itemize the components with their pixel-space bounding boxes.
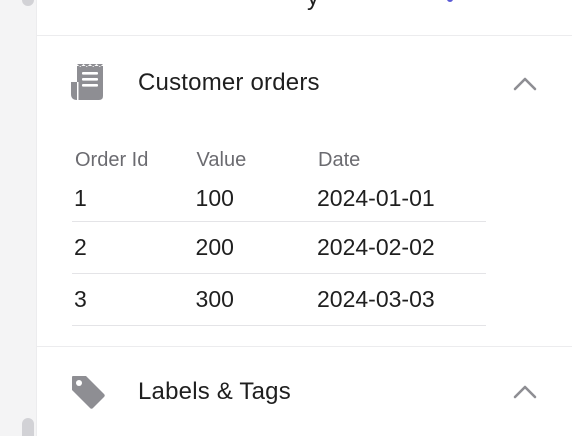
- cell-date: 2024-03-03: [315, 273, 486, 326]
- cell-order-id: 3: [72, 273, 194, 326]
- previous-section-cutoff: y: [37, 0, 572, 35]
- column-header-order-id[interactable]: Order Id: [72, 144, 194, 176]
- cell-date: 2024-02-02: [315, 221, 486, 274]
- chevron-up-icon[interactable]: [511, 382, 539, 402]
- section-title: Labels & Tags: [138, 378, 291, 405]
- table-row[interactable]: 3 300 2024-03-03: [72, 273, 486, 326]
- table-header-row: Order Id Value Date: [72, 144, 486, 176]
- scrollbar-thumb[interactable]: [22, 418, 34, 436]
- section-header-labels-tags[interactable]: Labels & Tags: [37, 362, 572, 422]
- cell-date: 2024-01-01: [315, 176, 486, 222]
- previous-section-text-fragment: y: [307, 0, 319, 12]
- column-header-date[interactable]: Date: [315, 144, 486, 176]
- section-divider: [37, 35, 572, 36]
- cell-value: 300: [193, 273, 316, 326]
- table-row[interactable]: 2 200 2024-02-02: [72, 221, 486, 274]
- chevron-up-icon[interactable]: [511, 74, 539, 94]
- section-header-customer-orders[interactable]: Customer orders: [37, 53, 572, 113]
- tag-icon: [69, 374, 105, 414]
- cell-value: 100: [193, 176, 316, 222]
- previous-section-accent-fragment: [447, 0, 453, 2]
- column-header-value[interactable]: Value: [194, 144, 315, 176]
- receipt-icon: [69, 62, 105, 102]
- section-title: Customer orders: [138, 69, 320, 96]
- left-scroll-rail: [0, 0, 36, 436]
- detail-panel: y Customer orders Order Id: [0, 0, 572, 436]
- table-row[interactable]: 1 100 2024-01-01: [72, 176, 486, 222]
- cell-order-id: 1: [72, 176, 194, 222]
- customer-orders-table: Order Id Value Date 1 100 2024-01-01 2 2…: [72, 144, 486, 326]
- cell-value: 200: [193, 221, 316, 274]
- section-divider: [37, 346, 572, 347]
- cell-order-id: 2: [72, 221, 194, 274]
